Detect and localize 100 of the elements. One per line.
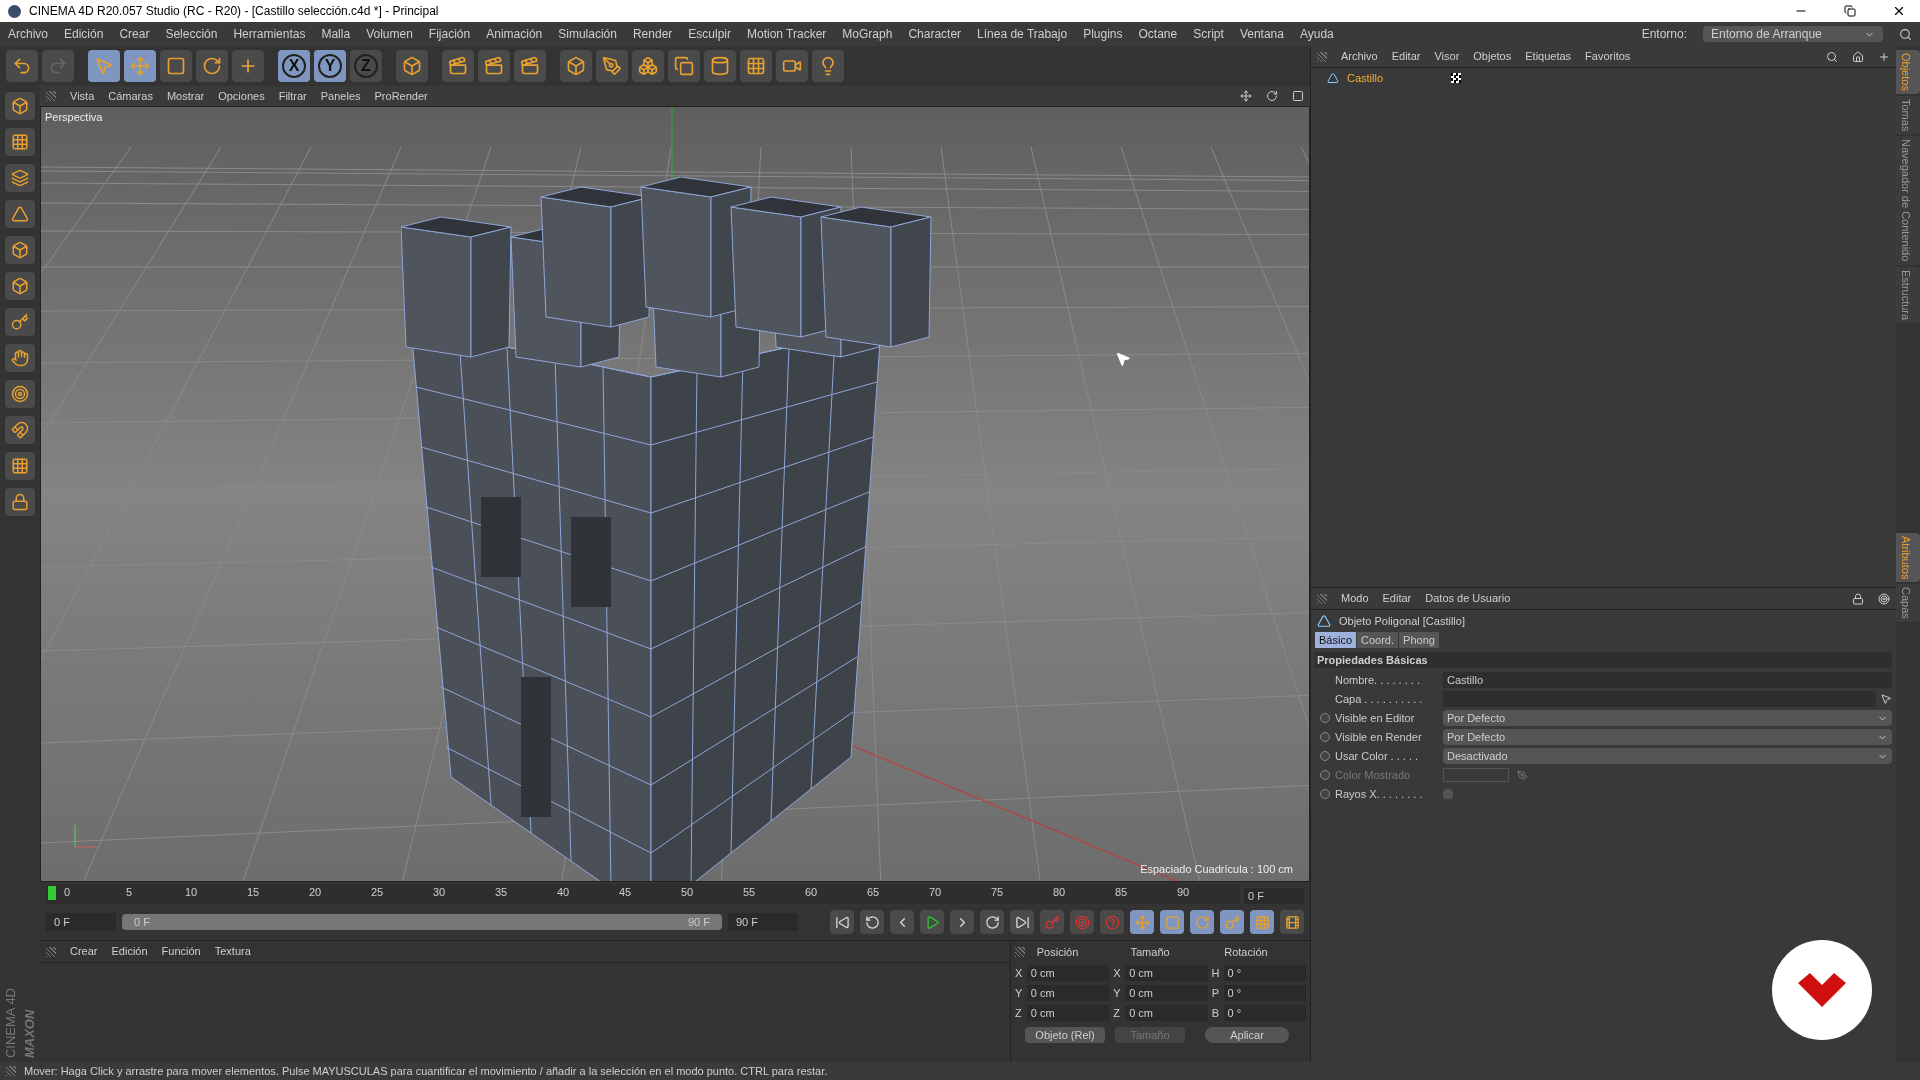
side-tab[interactable]: Atributos — [1896, 532, 1920, 583]
target-icon[interactable] — [1878, 592, 1890, 605]
axis-button[interactable]: X — [278, 50, 310, 82]
menu-item[interactable]: Plugins — [1083, 25, 1123, 43]
playback-button[interactable] — [890, 910, 914, 934]
toolbar-button[interactable] — [704, 50, 736, 82]
toolbar-button[interactable] — [776, 50, 808, 82]
menu-item[interactable]: Selección — [165, 25, 218, 43]
end-frame-field[interactable]: 90 F — [728, 913, 798, 931]
menu-item[interactable]: Línea de Trabajo — [977, 25, 1068, 43]
toolbar-button[interactable] — [668, 50, 700, 82]
close-icon[interactable] — [1892, 4, 1906, 18]
tool-button[interactable] — [5, 236, 35, 264]
mode-dropdown[interactable]: Objeto (Rel) — [1025, 1027, 1105, 1043]
tool-button[interactable] — [5, 92, 35, 120]
square-icon[interactable] — [1292, 90, 1304, 102]
playback-button[interactable] — [1010, 910, 1034, 934]
current-frame-field[interactable]: 0 F — [1244, 888, 1304, 904]
menu-item[interactable]: Herramientas — [233, 25, 306, 43]
viewport-menu-item[interactable]: Opciones — [218, 87, 265, 105]
object-menu-item[interactable]: Objetos — [1473, 48, 1512, 65]
restore-icon[interactable] — [1844, 5, 1856, 17]
side-tab[interactable]: Navegador de Contenido — [1896, 136, 1920, 265]
start-frame-field[interactable]: 0 F — [46, 913, 116, 931]
menu-item[interactable]: Fijación — [428, 25, 471, 43]
tool-button[interactable] — [5, 164, 35, 192]
coordinate-field[interactable]: 0 ° — [1223, 985, 1306, 1001]
apply-button[interactable]: Aplicar — [1205, 1027, 1289, 1043]
coordinate-field[interactable]: 0 cm — [1125, 985, 1208, 1001]
coordinate-field[interactable]: 0 cm — [1125, 1005, 1208, 1021]
tool-button[interactable] — [5, 452, 35, 480]
search-icon[interactable] — [1899, 27, 1912, 41]
object-row[interactable]: Castillo — [1311, 68, 1896, 88]
object-menu-item[interactable]: Archivo — [1341, 48, 1378, 65]
name-field[interactable]: Castillo — [1443, 672, 1892, 688]
toolbar-button[interactable] — [196, 50, 228, 82]
viewport-menu-item[interactable]: Mostrar — [166, 87, 205, 105]
object-menu-item[interactable]: Favoritos — [1585, 48, 1631, 65]
attribute-tab[interactable]: Coord. — [1357, 632, 1399, 648]
eyedropper-icon[interactable] — [1517, 769, 1528, 781]
tool-button[interactable] — [5, 488, 35, 516]
environment-dropdown[interactable]: Entorno de Arranque — [1703, 26, 1883, 42]
timeline-ruler[interactable]: 0 5 10 15 20 25 30 35 40 45 50 55 60 65 70 75 80 85 90 — [46, 884, 1240, 904]
menu-item[interactable]: Edición — [64, 25, 104, 43]
search-icon[interactable] — [1826, 50, 1838, 63]
playback-button[interactable] — [1280, 910, 1304, 934]
attribute-tab[interactable]: Básico — [1315, 632, 1357, 648]
rotate-icon[interactable] — [1266, 90, 1278, 102]
menu-item[interactable]: Volumen — [366, 25, 413, 43]
object-menu-item[interactable]: Editar — [1391, 48, 1421, 65]
toolbar-button[interactable] — [596, 50, 628, 82]
toolbar-button[interactable] — [396, 50, 428, 82]
playback-button[interactable] — [920, 910, 944, 934]
menu-item[interactable]: Esculpir — [688, 25, 731, 43]
playback-button[interactable] — [830, 910, 854, 934]
coordinate-field[interactable]: 0 cm — [1125, 965, 1208, 981]
attribute-menu-item[interactable]: Modo — [1341, 590, 1369, 607]
property-dropdown[interactable]: Desactivado — [1443, 748, 1892, 764]
property-dropdown[interactable]: Por Defecto — [1443, 729, 1892, 745]
toolbar-button[interactable] — [6, 50, 38, 82]
toolbar-button[interactable] — [812, 50, 844, 82]
coordinate-field[interactable]: 0 ° — [1223, 1005, 1306, 1021]
tool-button[interactable] — [5, 380, 35, 408]
tool-button[interactable] — [5, 308, 35, 336]
axis-button[interactable]: Y — [314, 50, 346, 82]
coordinate-field[interactable]: 0 ° — [1223, 965, 1306, 981]
toolbar-button[interactable] — [740, 50, 772, 82]
toolbar-button[interactable] — [632, 50, 664, 82]
material-menu-item[interactable]: Crear — [70, 943, 98, 960]
toolbar-button[interactable] — [232, 50, 264, 82]
viewport-menu-item[interactable]: Filtrar — [278, 87, 307, 105]
side-tab[interactable]: Objetos — [1896, 50, 1920, 94]
toolbar-button[interactable] — [478, 50, 510, 82]
checkbox[interactable] — [1443, 789, 1453, 799]
property-dropdown[interactable]: Por Defecto — [1443, 710, 1892, 726]
playback-button[interactable] — [980, 910, 1004, 934]
menu-item[interactable]: Simulación — [558, 25, 617, 43]
viewport[interactable]: Perspectiva Espaciado Cuadrícula : 100 cm — [40, 106, 1310, 882]
viewport-menu-item[interactable]: Cámaras — [108, 87, 153, 105]
menu-item[interactable]: Archivo — [8, 25, 48, 43]
object-menu-item[interactable]: Visor — [1434, 48, 1460, 65]
side-tab[interactable]: Estructura — [1896, 266, 1920, 323]
viewport-menu-item[interactable]: ProRender — [374, 87, 428, 105]
material-menu-item[interactable]: Edición — [111, 943, 148, 960]
viewport-menu-item[interactable]: Vista — [70, 87, 95, 105]
tool-button[interactable] — [5, 200, 35, 228]
playback-button[interactable] — [860, 910, 884, 934]
viewport-menu-item[interactable]: Paneles — [320, 87, 361, 105]
tool-button[interactable] — [5, 344, 35, 372]
coordinate-field[interactable]: 0 cm — [1026, 1005, 1110, 1021]
menu-item[interactable]: Script — [1193, 25, 1224, 43]
toolbar-button[interactable] — [442, 50, 474, 82]
menu-item[interactable]: Render — [632, 25, 673, 43]
coordinate-field[interactable]: 0 cm — [1026, 965, 1110, 981]
move-icon[interactable] — [1240, 90, 1252, 102]
attribute-menu-item[interactable]: Datos de Usuario — [1425, 590, 1511, 607]
attribute-tab[interactable]: Phong — [1399, 632, 1439, 648]
menu-item[interactable]: Character — [908, 25, 962, 43]
menu-item[interactable]: Crear — [119, 25, 150, 43]
menu-item[interactable]: MoGraph — [842, 25, 893, 43]
